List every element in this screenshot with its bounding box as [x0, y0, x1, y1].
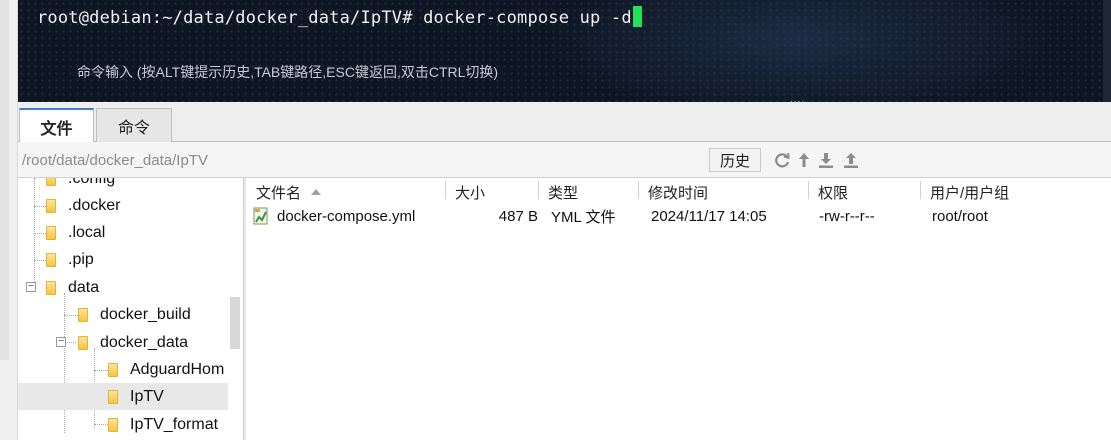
column-header-name[interactable]: 文件名	[256, 181, 322, 203]
terminal-command-line[interactable]: root@debian:~/data/docker_data/IpTV# doc…	[37, 6, 642, 28]
tree-item-label: data	[68, 278, 100, 296]
tree-guide-line	[94, 424, 108, 425]
terminal-command-text: root@debian:~/data/docker_data/IpTV# doc…	[37, 8, 632, 28]
terminal-panel[interactable]: root@debian:~/data/docker_data/IpTV# doc…	[18, 0, 1111, 102]
column-separator[interactable]	[538, 181, 539, 199]
tree-item-label: IpTV_format	[130, 415, 219, 433]
left-panel-grip[interactable]	[0, 0, 9, 360]
path-input[interactable]: /root/data/docker_data/IpTV	[18, 146, 702, 173]
file-modified-cell: 2024/11/17 14:05	[651, 207, 767, 225]
column-header-type[interactable]: 类型	[548, 181, 578, 203]
tree-guide-line	[34, 260, 46, 261]
tree-item-label: IpTV	[130, 387, 164, 405]
tree-guide-line	[34, 178, 35, 286]
terminal-scrollbar[interactable]	[1103, 0, 1111, 102]
folder-icon	[108, 362, 118, 377]
up-directory-icon[interactable]	[795, 151, 813, 169]
column-separator[interactable]	[920, 181, 921, 199]
tree-item-local[interactable]: .local	[46, 219, 105, 246]
column-header-permissions[interactable]: 权限	[818, 181, 848, 203]
tree-item-data[interactable]: data	[46, 274, 99, 301]
file-name-cell[interactable]: docker-compose.yml	[253, 205, 415, 227]
collapse-toggle-icon[interactable]: −	[56, 337, 66, 347]
folder-icon	[46, 252, 56, 267]
tree-item-iptv-format[interactable]: IpTV_format	[108, 411, 218, 438]
column-separator[interactable]	[808, 181, 809, 199]
tree-guide-line	[94, 370, 108, 371]
tree-item-iptv[interactable]: IpTV	[18, 383, 228, 410]
tree-item-docker[interactable]: .docker	[46, 192, 120, 219]
column-header-owner[interactable]: 用户/用户组	[930, 181, 1009, 203]
folder-icon	[46, 178, 56, 186]
column-header-size[interactable]: 大小	[455, 181, 485, 203]
tree-item-label: docker_build	[100, 305, 191, 323]
file-owner-cell: root/root	[932, 207, 988, 225]
tree-item-label: .config	[68, 178, 116, 187]
column-header-label: 文件名	[256, 184, 302, 202]
terminal-cursor	[632, 6, 642, 27]
column-separator[interactable]	[638, 181, 639, 199]
tree-guide-line	[64, 315, 78, 316]
folder-icon	[108, 389, 118, 404]
folder-icon	[46, 198, 56, 213]
download-icon[interactable]	[817, 151, 835, 169]
history-button[interactable]: 历史	[709, 148, 761, 172]
tree-item-label: docker_data	[100, 333, 189, 351]
file-type-cell: YML 文件	[551, 208, 616, 226]
tree-item-config[interactable]: .config	[46, 178, 115, 192]
path-bar: /root/data/docker_data/IpTV 历史	[18, 142, 1111, 178]
tree-item-label: .local	[68, 223, 106, 241]
folder-icon	[78, 335, 88, 350]
tree-scrollbar-thumb[interactable]	[230, 297, 240, 349]
tree-guide-line	[34, 206, 46, 207]
tree-item-pip[interactable]: .pip	[46, 246, 94, 273]
file-size-cell: 487 B	[498, 207, 538, 225]
tree-item-docker-data[interactable]: docker_data	[78, 329, 188, 356]
folder-icon	[108, 417, 118, 432]
terminal-input-hint: 命令输入 (按ALT键提示历史,TAB键路径,ESC键返回,双击CTRL切换)	[77, 64, 499, 80]
refresh-icon[interactable]	[773, 151, 791, 169]
tab-bar: 文件 命令	[18, 102, 1111, 143]
tree-guide-line	[34, 233, 46, 234]
left-panel-strip	[0, 0, 18, 440]
column-separator[interactable]	[445, 181, 446, 199]
tree-item-label: AdguardHom	[130, 360, 225, 378]
yml-file-icon	[253, 207, 268, 225]
directory-tree[interactable]: .config .docker .local .pip − data docke…	[18, 178, 244, 440]
folder-icon	[46, 280, 56, 295]
sort-ascending-icon	[311, 189, 322, 195]
tree-item-docker-build[interactable]: docker_build	[78, 301, 191, 328]
folder-icon	[78, 307, 88, 322]
file-name: docker-compose.yml	[277, 207, 416, 225]
folder-icon	[46, 225, 56, 240]
tab-commands[interactable]: 命令	[96, 108, 172, 142]
tab-files[interactable]: 文件	[19, 108, 94, 143]
collapse-toggle-icon[interactable]: −	[26, 282, 36, 292]
file-permissions-cell: -rw-r--r--	[819, 207, 875, 225]
tree-item-label: .pip	[68, 250, 94, 268]
column-header-modified[interactable]: 修改时间	[648, 181, 708, 203]
upload-icon[interactable]	[842, 151, 860, 169]
tree-item-adguardhome[interactable]: AdguardHom	[108, 356, 224, 383]
tree-item-label: .docker	[68, 196, 121, 214]
tree-guide-line	[64, 293, 65, 433]
file-list[interactable]: 文件名 大小 类型 修改时间 权限 用户/用户组 docker-compose.…	[246, 178, 1111, 440]
